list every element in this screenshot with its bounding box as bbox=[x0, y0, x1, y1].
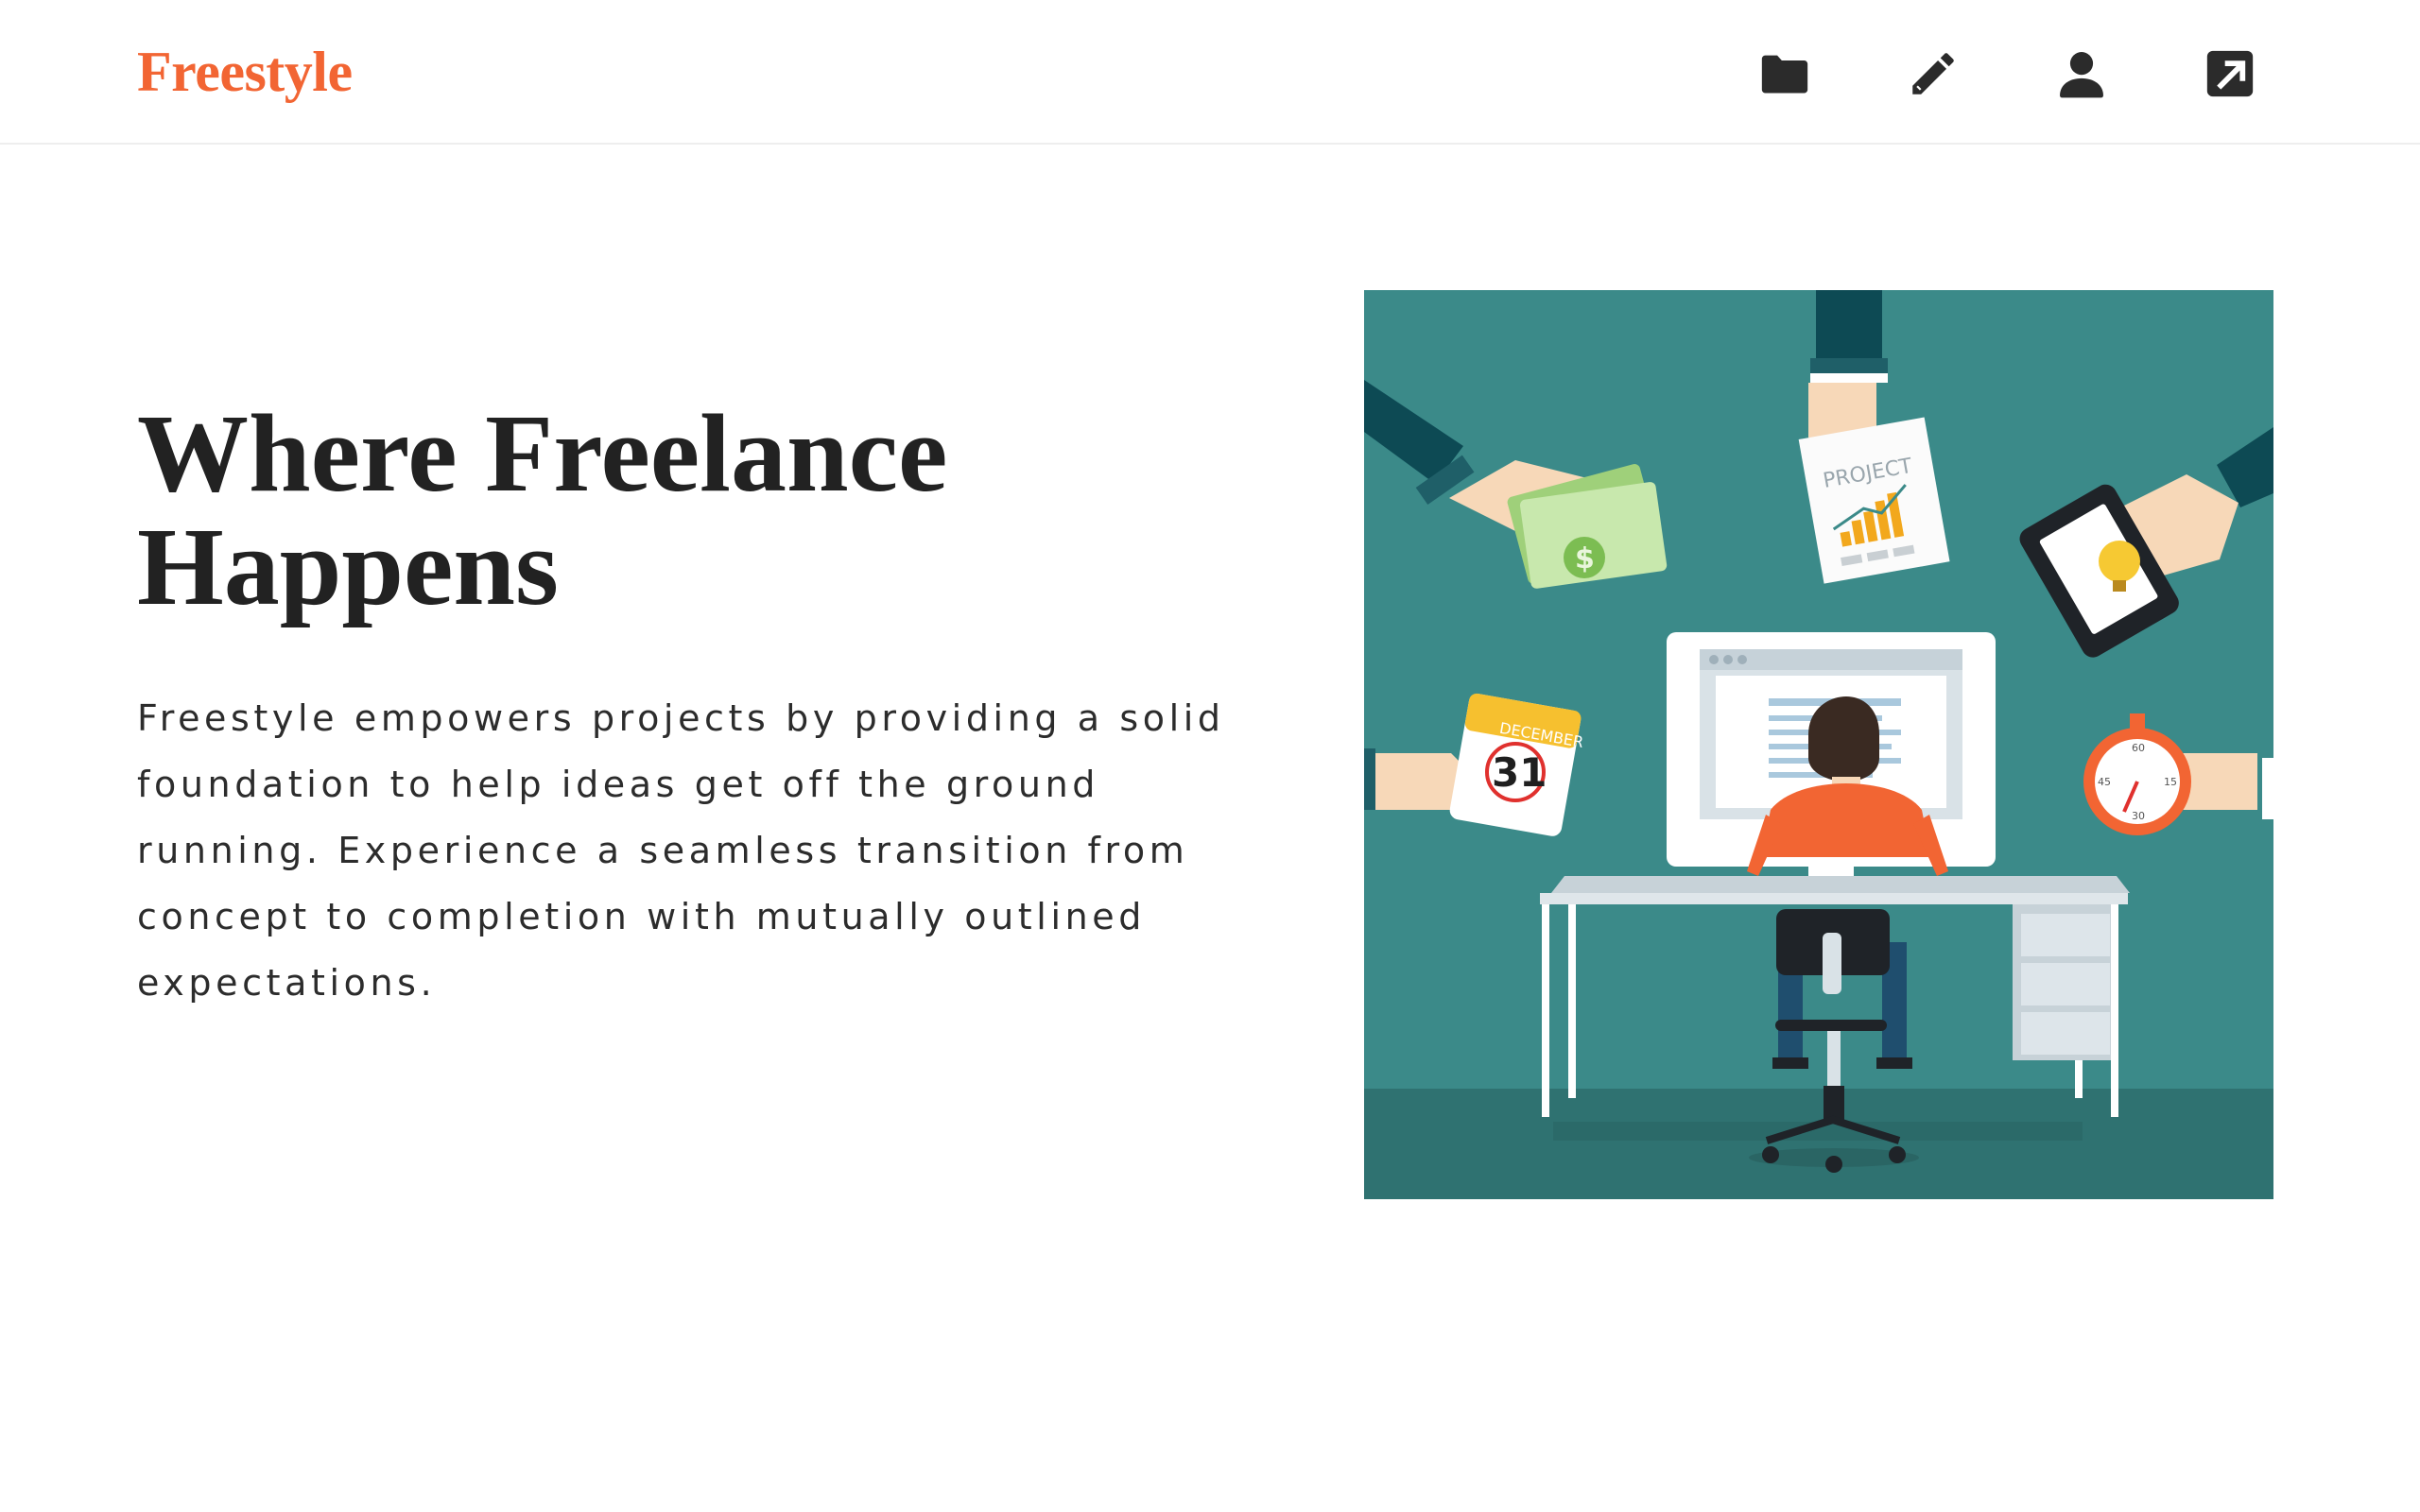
timer-45: 45 bbox=[2098, 776, 2111, 788]
freelancer-illustration: PROJECT $ DECEMBER 31 60 15 30 45 bbox=[1364, 290, 2273, 1199]
hero-illustration: PROJECT $ DECEMBER 31 60 15 30 45 bbox=[1364, 290, 2273, 1199]
money-symbol: $ bbox=[1575, 542, 1595, 576]
tablet-hand bbox=[2019, 427, 2273, 658]
folder-icon bbox=[1761, 55, 1808, 94]
stopwatch-hand: 60 15 30 45 bbox=[2083, 713, 2273, 835]
nav-external-button[interactable] bbox=[2196, 40, 2264, 108]
nav-projects-button[interactable] bbox=[1751, 40, 1819, 108]
project-hand: PROJECT bbox=[1798, 290, 1950, 584]
money-hand: $ bbox=[1364, 380, 1668, 589]
logo[interactable]: Freestyle bbox=[137, 34, 353, 110]
timer-15: 15 bbox=[2164, 776, 2177, 788]
hero-headline: Where Freelance Happens bbox=[137, 391, 948, 628]
nav-profile-button[interactable] bbox=[2048, 40, 2116, 108]
nav-write-button[interactable] bbox=[1899, 40, 1967, 108]
site-header: Freestyle bbox=[0, 0, 2420, 145]
user-icon bbox=[2060, 52, 2103, 98]
calendar-day: 31 bbox=[1492, 749, 1547, 796]
timer-30: 30 bbox=[2132, 810, 2145, 822]
calendar-hand: DECEMBER 31 bbox=[1364, 693, 1585, 836]
hero-description: Freestyle empowers projects by providing… bbox=[137, 697, 1225, 1004]
external-link-icon bbox=[2206, 50, 2254, 97]
pencil-icon bbox=[1912, 53, 1954, 94]
timer-60: 60 bbox=[2132, 742, 2145, 754]
